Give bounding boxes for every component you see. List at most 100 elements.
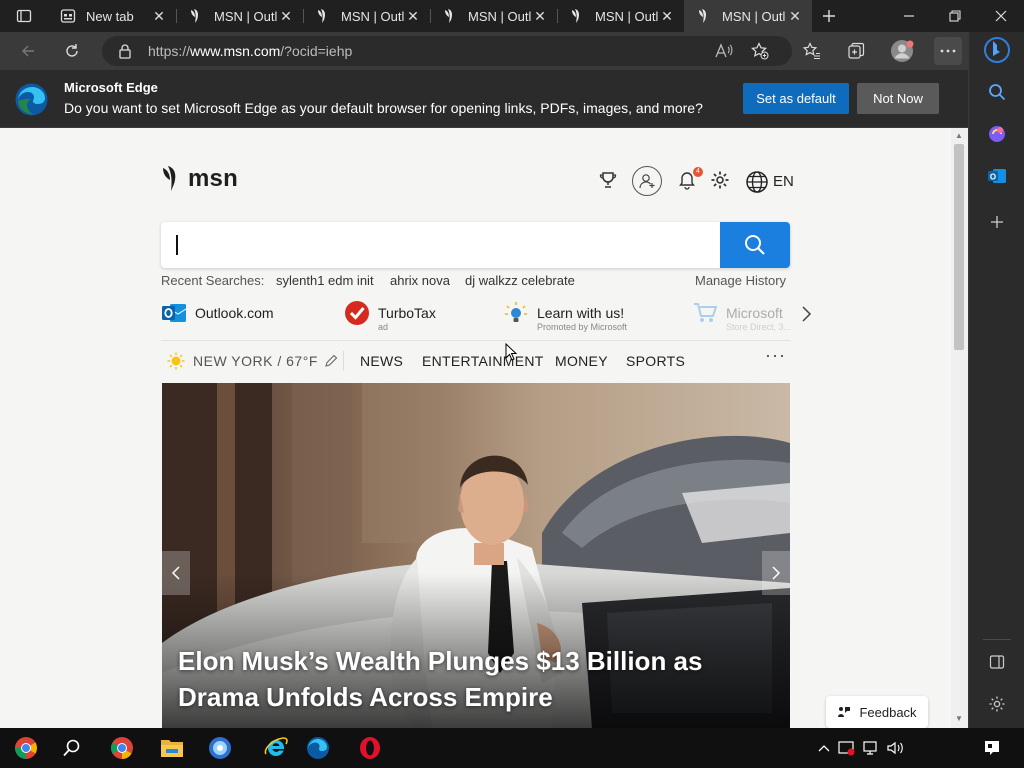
sidebar-panel-icon (989, 655, 1005, 669)
sidebar-search-button[interactable] (981, 76, 1013, 108)
tab-close-icon[interactable]: ✕ (277, 7, 295, 25)
msn-logo[interactable]: msn (160, 165, 238, 193)
hero-headline[interactable]: Elon Musk’s Wealth Plunges $13 Billion a… (178, 643, 758, 715)
feedback-button[interactable]: Feedback (826, 696, 928, 728)
taskbar-chrome-start[interactable] (8, 732, 44, 764)
nav-item-news[interactable]: NEWS (360, 353, 403, 369)
tray-show-hidden-icons[interactable] (814, 738, 834, 758)
tab-close-icon[interactable]: ✕ (658, 7, 676, 25)
scroll-down-icon[interactable]: ▼ (955, 714, 963, 723)
quicklink-turbotax[interactable]: TurboTax ad (344, 300, 436, 332)
taskbar-internet-explorer[interactable] (258, 732, 294, 764)
favorites-button[interactable] (798, 37, 826, 65)
page-settings-button[interactable] (710, 170, 730, 190)
sidebar-outlook-button[interactable]: O (981, 160, 1013, 192)
collections-button[interactable] (842, 37, 870, 65)
hero-story-card[interactable]: Elon Musk’s Wealth Plunges $13 Billion a… (162, 383, 790, 728)
settings-more-button[interactable] (934, 37, 962, 65)
chevron-right-icon (802, 306, 812, 322)
read-aloud-button[interactable] (714, 41, 734, 61)
quicklink-microsoft-store[interactable]: Microsoft Store Direct, 3... (693, 300, 791, 332)
gear-icon (711, 171, 729, 189)
taskbar-app-blue[interactable] (202, 732, 238, 764)
plus-icon (991, 216, 1003, 228)
sidebar-settings-button[interactable] (981, 688, 1013, 720)
nav-more-button[interactable]: ··· (765, 345, 786, 366)
tab-msn-3[interactable]: MSN | Outlo ✕ (430, 0, 557, 32)
profile-sign-in-button[interactable] (632, 166, 662, 196)
language-label[interactable]: EN (773, 173, 794, 190)
tray-network[interactable] (862, 738, 882, 758)
sidebar-add-button[interactable] (981, 206, 1013, 238)
nav-separator (343, 351, 344, 371)
nav-item-entertainment[interactable]: ENTERTAINMENT (422, 353, 544, 369)
quicklinks-next-button[interactable] (800, 305, 812, 328)
weather-location[interactable]: NEW YORK / 67°F (167, 352, 338, 370)
manage-history-link[interactable]: Manage History (695, 273, 786, 288)
tab-close-icon[interactable]: ✕ (404, 7, 422, 25)
add-favorite-button[interactable] (750, 41, 770, 61)
tab-close-icon[interactable]: ✕ (786, 7, 804, 25)
tab-msn-4[interactable]: MSN | Outlo ✕ (557, 0, 684, 32)
minimize-button[interactable] (886, 0, 932, 32)
tray-action-center[interactable] (982, 738, 1002, 758)
recent-search-item[interactable]: dj walkzz celebrate (465, 273, 575, 288)
address-bar[interactable]: https://www.msn.com/?ocid=iehp (102, 36, 792, 66)
favorites-list-icon (803, 42, 820, 60)
taskbar-file-explorer[interactable] (154, 732, 190, 764)
quicklink-promoted-label: Promoted by Microsoft (537, 322, 628, 332)
tab-close-icon[interactable]: ✕ (150, 7, 168, 25)
quicklink-learn[interactable]: Learn with us! Promoted by Microsoft (503, 300, 627, 332)
taskbar-search-button[interactable] (54, 732, 90, 764)
taskbar-chrome[interactable] (104, 732, 140, 764)
search-input[interactable] (161, 222, 720, 268)
bing-chat-button[interactable] (981, 34, 1013, 66)
tab-msn-2[interactable]: MSN | Outlo ✕ (303, 0, 430, 32)
hero-next-button[interactable] (762, 551, 790, 595)
lock-icon[interactable] (118, 43, 132, 59)
recent-searches-label: Recent Searches: (161, 273, 265, 288)
url-text[interactable]: https://www.msn.com/?ocid=iehp (148, 43, 352, 59)
taskbar-edge[interactable] (300, 732, 336, 764)
taskbar-opera[interactable] (352, 732, 388, 764)
not-now-button[interactable]: Not Now (857, 83, 939, 114)
hero-prev-button[interactable] (162, 551, 190, 595)
quicklink-outlook[interactable]: Outlook.com (161, 300, 274, 326)
back-button[interactable] (14, 37, 42, 65)
search-button[interactable] (720, 222, 790, 268)
nav-item-sports[interactable]: SPORTS (626, 353, 685, 369)
weather-text: NEW YORK / 67°F (193, 353, 318, 369)
tab-close-icon[interactable]: ✕ (531, 7, 549, 25)
scrollbar-thumb[interactable] (954, 144, 964, 350)
set-as-default-button[interactable]: Set as default (743, 83, 849, 114)
profile-button[interactable] (888, 37, 916, 65)
msn-butterfly-icon (569, 8, 585, 24)
nav-item-money[interactable]: MONEY (555, 353, 608, 369)
more-dots-icon (940, 49, 956, 53)
refresh-button[interactable] (58, 37, 86, 65)
bing-icon (984, 37, 1010, 63)
restore-button[interactable] (932, 0, 978, 32)
read-aloud-icon (715, 43, 733, 58)
msn-butterfly-icon (696, 8, 712, 24)
hide-sidebar-button[interactable] (981, 646, 1013, 678)
rewards-button[interactable] (598, 170, 618, 190)
close-window-button[interactable] (978, 0, 1024, 32)
tray-security[interactable] (837, 738, 857, 758)
tab-msn-active[interactable]: MSN | Outlo ✕ (684, 0, 812, 32)
page-scrollbar[interactable]: ▲ ▼ (951, 128, 968, 728)
msn-butterfly-icon (442, 8, 458, 24)
recent-search-item[interactable]: ahrix nova (390, 273, 450, 288)
tab-actions-button[interactable] (8, 6, 40, 26)
turbotax-check-icon (344, 300, 370, 326)
tab-new-tab[interactable]: New tab ✕ (48, 0, 176, 32)
pencil-edit-icon[interactable] (324, 354, 338, 368)
edge-icon (307, 737, 329, 759)
recent-search-item[interactable]: sylenth1 edm init (276, 273, 374, 288)
language-button[interactable] (745, 170, 769, 194)
sidebar-tools-button[interactable] (981, 118, 1013, 150)
tab-msn-1[interactable]: MSN | Outlo ✕ (176, 0, 303, 32)
scroll-up-icon[interactable]: ▲ (955, 131, 963, 140)
new-tab-button[interactable] (816, 4, 842, 28)
tray-volume[interactable] (885, 738, 905, 758)
